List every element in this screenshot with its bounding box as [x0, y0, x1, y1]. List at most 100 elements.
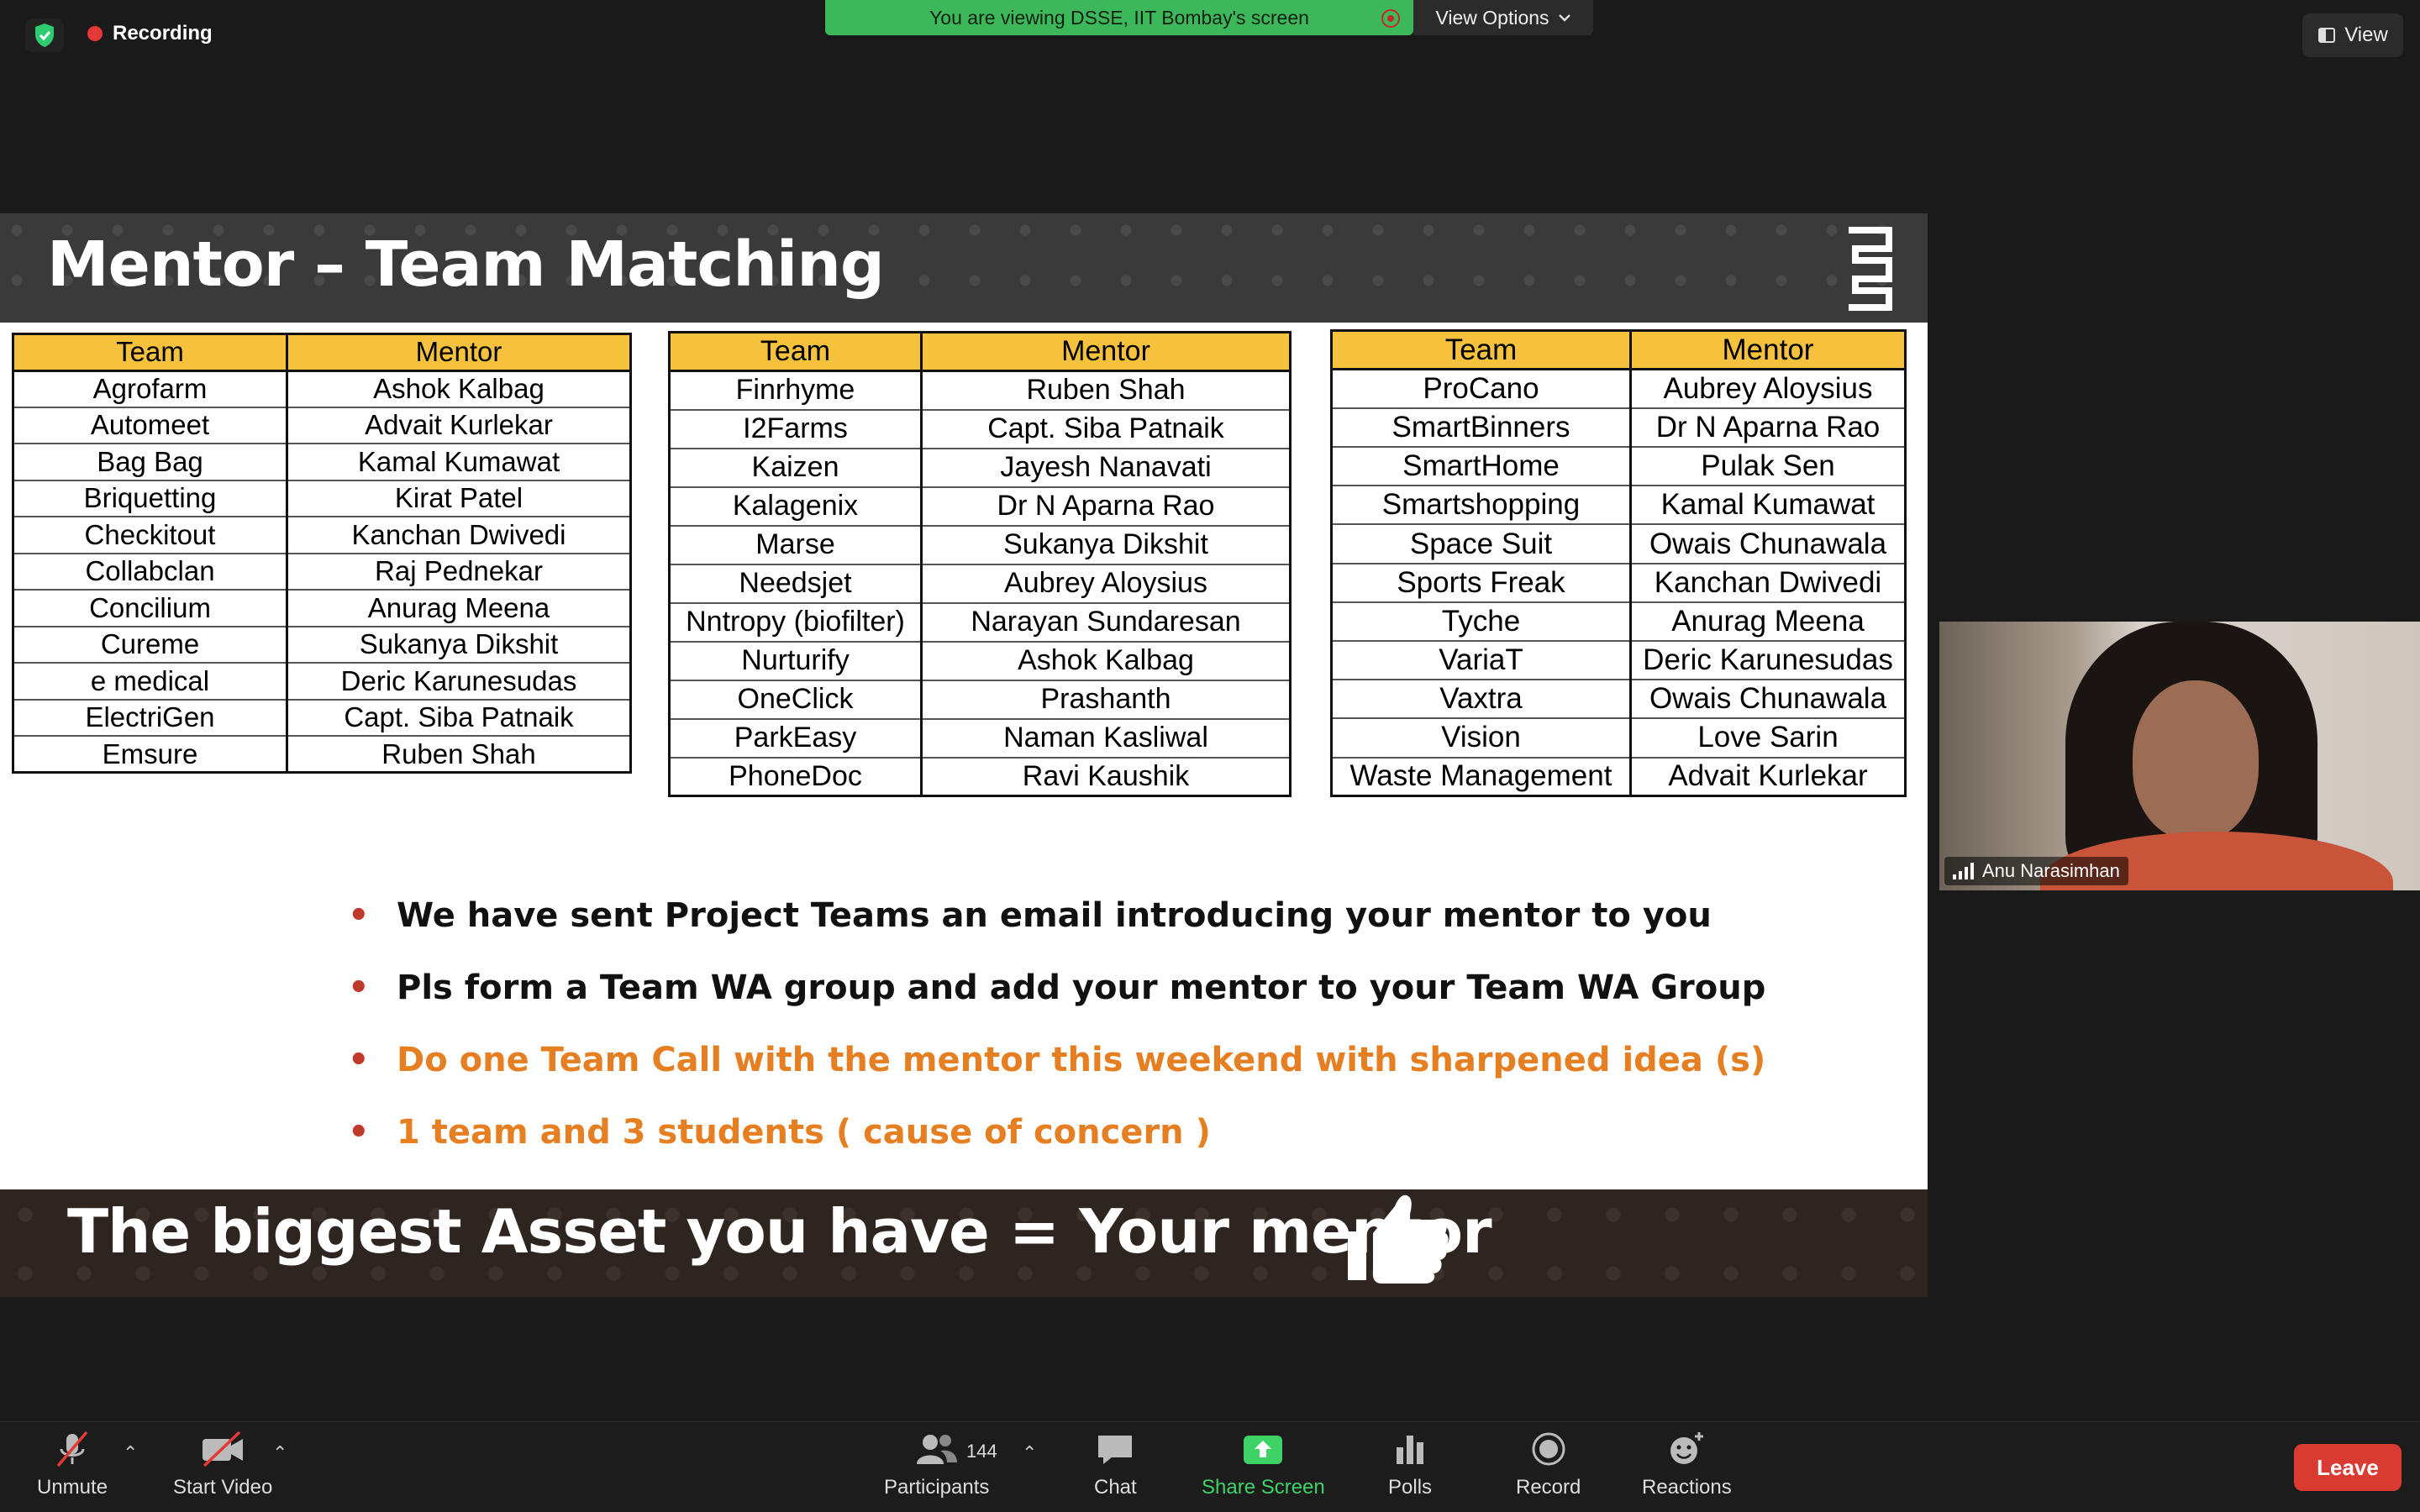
view-label: View [2344, 24, 2388, 46]
team-cell: Vision [1330, 717, 1632, 759]
team-cell: Kaizen [668, 447, 923, 488]
stop-record-icon[interactable] [1381, 9, 1400, 28]
mentor-cell: Deric Karunesudas [1629, 639, 1907, 681]
instruction-list: We have sent Project Teams an email intr… [345, 894, 1765, 1183]
record-icon [1532, 1432, 1565, 1466]
participants-icon [916, 1435, 957, 1464]
mentor-cell: Ashok Kalbag [920, 640, 1292, 681]
team-cell: Bag Bag [12, 443, 288, 481]
mentor-cell: Anurag Meena [1629, 601, 1907, 643]
table-row: Agrofarm Ashok Kalbag [12, 370, 632, 408]
bullet-item: Pls form a Team WA group and add your me… [345, 966, 1765, 1038]
mentor-cell: Capt. Siba Patnaik [286, 698, 632, 737]
view-options-button[interactable]: View Options [1413, 0, 1593, 35]
team-cell: Smartshopping [1330, 485, 1632, 526]
video-camera-off-icon [203, 1431, 244, 1467]
recording-indicator[interactable]: Recording [87, 22, 213, 45]
table-row: Briquetting Kirat Patel [12, 479, 632, 517]
participants-label: Participants [884, 1476, 990, 1499]
column-header-team: Team [668, 331, 923, 372]
table-row: I2Farms Capt. Siba Patnaik [668, 408, 1292, 449]
signal-strength-icon [1953, 863, 1974, 879]
smiley-reaction-icon [1670, 1432, 1704, 1464]
table-row: Vaxtra Owais Chunawala [1330, 679, 1907, 720]
table-row: Waste Management Advait Kurlekar [1330, 756, 1907, 798]
mentor-cell: Kamal Kumawat [286, 443, 632, 481]
mentor-cell: Capt. Siba Patnaik [920, 408, 1292, 449]
viewing-banner-text: You are viewing DSSE, IIT Bombay's scree… [929, 6, 1309, 29]
recording-label: Recording [113, 22, 213, 45]
table-row: Sports Freak Kanchan Dwivedi [1330, 562, 1907, 603]
chat-button[interactable]: Chat [1094, 1431, 1137, 1499]
video-options-chevron-icon[interactable]: ⌃ [272, 1442, 287, 1464]
matching-table-2: Team Mentor Finrhyme Ruben Shah I2Farms Cap… [668, 331, 1292, 797]
participant-face [2133, 680, 2259, 840]
mentor-cell: Kanchan Dwivedi [286, 516, 632, 554]
microphone-muted-icon [56, 1431, 88, 1467]
recording-dot-icon [87, 26, 103, 41]
table-row: Collabclan Raj Pednekar [12, 552, 632, 591]
start-video-button[interactable]: Start Video [173, 1431, 272, 1499]
mentor-cell: Dr N Aparna Rao [1629, 407, 1907, 449]
team-cell: Emsure [12, 735, 288, 774]
unmute-button[interactable]: Unmute [37, 1431, 108, 1499]
team-cell: Briquetting [12, 479, 288, 517]
team-cell: ElectriGen [12, 698, 288, 737]
mentor-cell: Kirat Patel [286, 479, 632, 517]
polls-button[interactable]: Polls [1388, 1431, 1432, 1499]
team-cell: I2Farms [668, 408, 923, 449]
table-row: Concilium Anurag Meena [12, 589, 632, 627]
table-row: Checkitout Kanchan Dwivedi [12, 516, 632, 554]
meeting-toolbar: Unmute ⌃ Start Video ⌃ Participants 144 … [0, 1421, 2420, 1512]
leave-button[interactable]: Leave [2294, 1444, 2402, 1491]
share-screen-button[interactable]: Share Screen [1202, 1431, 1325, 1499]
participant-name-tag: Anu Narasimhan [1944, 857, 2128, 885]
team-cell: Automeet [12, 406, 288, 444]
view-button[interactable]: View [2302, 13, 2403, 57]
record-label: Record [1516, 1476, 1581, 1499]
team-cell: OneClick [668, 679, 923, 720]
team-cell: Vaxtra [1330, 679, 1632, 720]
bullet-item: 1 team and 3 students ( cause of concern… [345, 1110, 1765, 1183]
unmute-label: Unmute [37, 1476, 108, 1499]
mentor-cell: Prashanth [920, 679, 1292, 720]
mentor-cell: Ashok Kalbag [286, 370, 632, 408]
mentor-cell: Advait Kurlekar [286, 406, 632, 444]
team-cell: Agrofarm [12, 370, 288, 408]
chevron-down-icon [1558, 14, 1570, 22]
participant-count: 144 [966, 1441, 997, 1462]
mentor-cell: Ruben Shah [286, 735, 632, 774]
table-row: OneClick Prashanth [668, 679, 1292, 720]
participant-video-tile[interactable]: Anu Narasimhan [1939, 622, 2420, 890]
table-row: Vision Love Sarin [1330, 717, 1907, 759]
mentor-cell: Aubrey Aloysius [920, 563, 1292, 604]
team-cell: Kalagenix [668, 486, 923, 527]
start-video-label: Start Video [173, 1476, 273, 1499]
team-cell: Nntropy (biofilter) [668, 601, 923, 643]
mentor-cell: Dr N Aparna Rao [920, 486, 1292, 527]
audio-options-chevron-icon[interactable]: ⌃ [123, 1442, 138, 1464]
matching-table-3: Team Mentor ProCano Aubrey Aloysius SmartB… [1330, 328, 1907, 798]
team-cell: Space Suit [1330, 523, 1632, 564]
view-layout-icon [2318, 28, 2336, 43]
mentor-cell: Anurag Meena [286, 589, 632, 627]
team-cell: Needsjet [668, 563, 923, 604]
top-bar: Recording You are viewing DSSE, IIT Bomb… [0, 0, 2420, 71]
table-row: Finrhyme Ruben Shah [668, 370, 1292, 411]
thumbs-up-icon [1348, 1194, 1449, 1284]
slide-footer: The biggest Asset you have = Your mentor [0, 1189, 1928, 1297]
team-cell: e medical [12, 662, 288, 701]
security-shield-icon[interactable] [25, 18, 64, 52]
matching-table-1: Team Mentor Agrofarm Ashok Kalbag Automeet… [12, 333, 632, 774]
chat-bubble-icon [1098, 1436, 1133, 1464]
polls-bar-chart-icon [1397, 1436, 1424, 1464]
mentor-cell: Kanchan Dwivedi [1629, 562, 1907, 603]
mentor-cell: Aubrey Aloysius [1629, 368, 1907, 409]
reactions-button[interactable]: Reactions [1642, 1431, 1732, 1499]
participants-options-chevron-icon[interactable]: ⌃ [1022, 1442, 1037, 1464]
table-row: ProCano Aubrey Aloysius [1330, 368, 1907, 409]
column-header-mentor: Mentor [286, 333, 632, 372]
record-button[interactable]: Record [1516, 1431, 1581, 1499]
team-cell: Waste Management [1330, 756, 1632, 798]
team-cell: Finrhyme [668, 370, 923, 411]
